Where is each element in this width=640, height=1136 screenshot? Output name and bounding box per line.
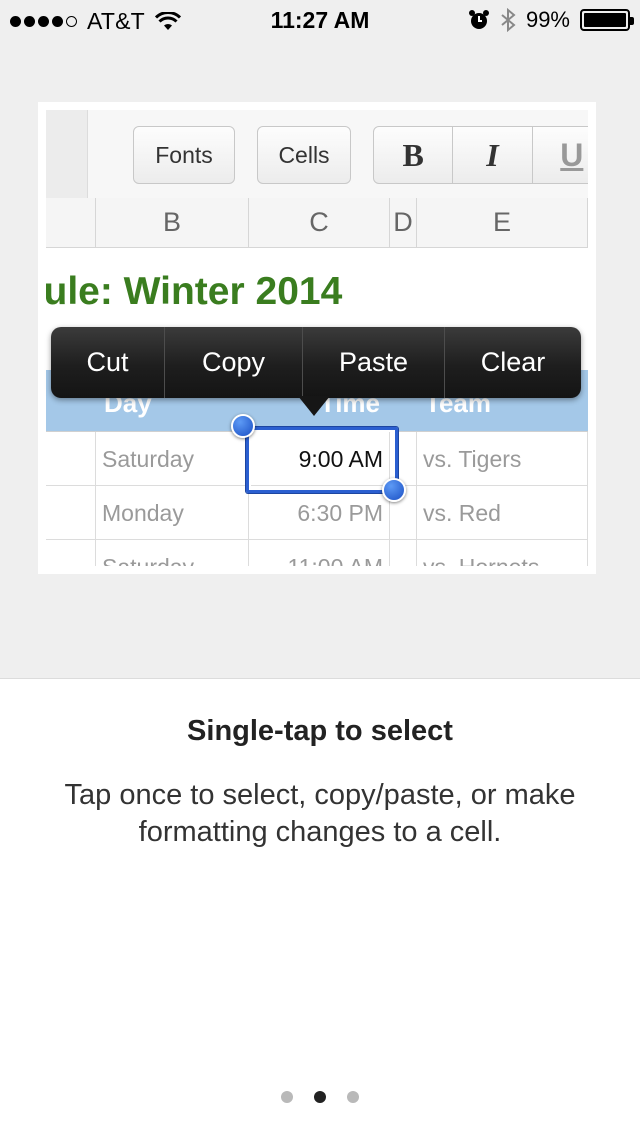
cells-button[interactable]: Cells (257, 126, 351, 184)
column-header-e[interactable]: E (417, 198, 588, 248)
row-cell-a[interactable] (46, 540, 96, 566)
page-dot[interactable] (314, 1091, 326, 1103)
selection-handle-top-left[interactable] (231, 414, 255, 438)
battery-icon (580, 9, 634, 31)
bold-button[interactable]: B (374, 127, 454, 183)
column-header-b[interactable]: B (96, 198, 249, 248)
tutorial-description: Tap once to select, copy/paste, or make … (64, 779, 576, 848)
bluetooth-icon (501, 8, 516, 32)
cell-time[interactable]: 6:30 PM (249, 486, 390, 540)
cell-day[interactable]: Saturday (96, 432, 249, 486)
alarm-icon (468, 10, 489, 29)
column-header-c[interactable]: C (249, 198, 390, 248)
battery-percent: 99% (525, 7, 570, 32)
column-header-d[interactable]: D (390, 198, 417, 248)
table-row: Monday 6:30 PM vs. Red (46, 486, 588, 540)
cell-team[interactable]: vs. Tigers (417, 432, 588, 486)
tutorial-title: Single-tap to select (187, 715, 453, 747)
fonts-button[interactable]: Fonts (133, 126, 235, 184)
row-cell-a[interactable] (46, 486, 96, 540)
page-dot[interactable] (281, 1091, 293, 1103)
sheet-title: edule: Winter 2014 (46, 270, 343, 313)
copy-menu-item[interactable]: Copy (165, 327, 303, 398)
table-row: Saturday 11:00 AM vs. Hornets (46, 540, 588, 566)
row-cell-d[interactable] (390, 540, 417, 566)
cell-selection-box (246, 427, 398, 493)
format-toolbar: Fonts Cells B I U (46, 110, 588, 198)
status-bar: AT&T 11:27 AM 99% (0, 0, 640, 40)
toolbar-corner (46, 110, 88, 198)
context-menu: Cut Copy Paste Clear (51, 327, 581, 398)
cell-team[interactable]: vs. Red (417, 486, 588, 540)
status-right: 99% (468, 7, 634, 33)
selection-handle-bottom-right[interactable] (382, 478, 406, 502)
context-menu-arrow (298, 396, 330, 416)
cell-day[interactable]: Monday (96, 486, 249, 540)
title-row: edule: Winter 2014 (46, 248, 588, 330)
clear-menu-item[interactable]: Clear (445, 327, 581, 398)
tutorial-panel: Single-tap to select Tap once to select,… (0, 678, 640, 1136)
page-indicator[interactable] (0, 1091, 640, 1103)
column-header-a (46, 198, 96, 248)
italic-button[interactable]: I (453, 127, 533, 183)
row-cell-a[interactable] (46, 432, 96, 486)
page-dot[interactable] (347, 1091, 359, 1103)
battery-fill (584, 13, 626, 27)
cell-time[interactable]: 11:00 AM (249, 540, 390, 566)
cell-team[interactable]: vs. Hornets (417, 540, 588, 566)
cell-day[interactable]: Saturday (96, 540, 249, 566)
paste-menu-item[interactable]: Paste (303, 327, 445, 398)
cut-menu-item[interactable]: Cut (51, 327, 165, 398)
text-style-segment: B I U (373, 126, 588, 184)
underline-button[interactable]: U (533, 127, 588, 183)
